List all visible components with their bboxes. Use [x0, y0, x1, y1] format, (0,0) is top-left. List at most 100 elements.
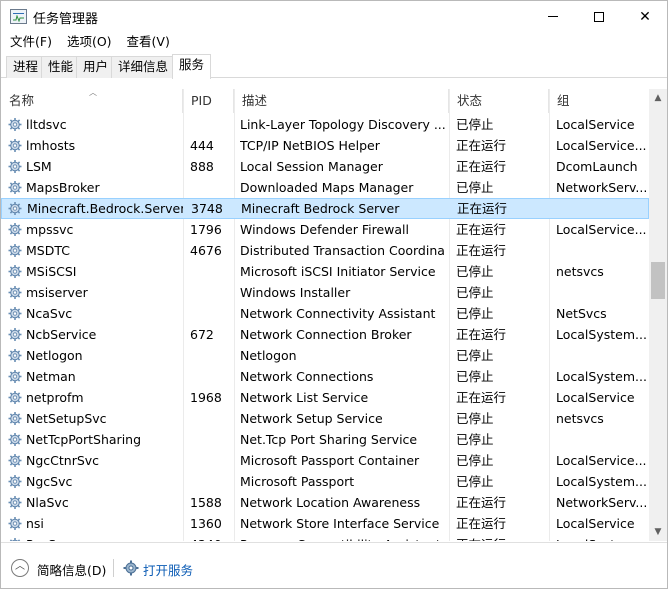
service-name: Netman	[26, 369, 76, 384]
service-name: NgcSvc	[26, 474, 73, 489]
service-row[interactable]: PcaSvc 4340 Program Compatibility Assistan…	[1, 534, 649, 541]
sort-ascending-icon: ︿	[89, 88, 97, 97]
services-list: lltdsvc Link-Layer Topology Discovery ...…	[1, 114, 649, 541]
service-description: Network Location Awareness	[240, 495, 421, 510]
service-row[interactable]: NgcCtnrSvc Microsoft Passport Container 已停…	[1, 450, 649, 471]
service-row[interactable]: msiserver Windows Installer 已停止	[1, 282, 649, 303]
scroll-up-arrow-icon[interactable]: ▲	[649, 89, 667, 107]
column-header-status[interactable]: 状态	[449, 89, 549, 113]
service-group: NetSvcs	[556, 306, 607, 321]
service-pid: 1588	[190, 495, 222, 510]
service-row[interactable]: NlaSvc 1588 Network Location Awareness 正在运行…	[1, 492, 649, 513]
service-row[interactable]: NcbService 672 Network Connection Broker 正在…	[1, 324, 649, 345]
service-name: mpssvc	[26, 222, 74, 237]
service-row[interactable]: lmhosts 444 TCP/IP NetBIOS Helper 正在运行 Local…	[1, 135, 649, 156]
service-gear-icon	[8, 244, 22, 257]
service-status: 正在运行	[456, 243, 507, 258]
service-pid	[190, 282, 235, 303]
service-status: 已停止	[456, 474, 494, 489]
column-header-name[interactable]: ︿ 名称	[1, 88, 183, 113]
chevron-up-circle-icon[interactable]: ︿	[11, 559, 29, 577]
service-row[interactable]: Netlogon Netlogon 已停止	[1, 345, 649, 366]
open-services-link[interactable]: 打开服务	[143, 560, 193, 579]
service-gear-icon	[8, 286, 22, 299]
service-gear-icon	[8, 496, 22, 509]
service-name: NcbService	[26, 327, 97, 342]
service-gear-icon	[8, 454, 22, 467]
service-pid: 3748	[191, 201, 223, 216]
service-status: 已停止	[456, 348, 494, 363]
service-row[interactable]: Minecraft.Bedrock.Server 3748 Minecraft Be…	[1, 198, 649, 219]
service-row[interactable]: lltdsvc Link-Layer Topology Discovery ...…	[1, 114, 649, 135]
service-status: 正在运行	[456, 534, 546, 541]
service-row[interactable]: MSDTC 4676 Distributed Transaction Coordin…	[1, 240, 649, 261]
column-header-description[interactable]: 描述	[234, 89, 449, 113]
service-row[interactable]: netprofm 1968 Network List Service 正在运行 Loca…	[1, 387, 649, 408]
service-name: netprofm	[26, 390, 84, 405]
column-header-row: ︿ 名称 PID 描述 状态 组	[1, 88, 649, 113]
service-row[interactable]: LSM 888 Local Session Manager 正在运行 DcomLaunc…	[1, 156, 649, 177]
service-row[interactable]: NgcSvc Microsoft Passport 已停止 LocalSystem..…	[1, 471, 649, 492]
scroll-thumb[interactable]	[651, 262, 665, 299]
tab-details[interactable]: 详细信息	[111, 56, 176, 78]
service-pid	[190, 471, 235, 492]
menu-file[interactable]: 文件(F)	[3, 32, 59, 53]
tab-users[interactable]: 用户	[76, 56, 116, 78]
service-name: nsi	[26, 516, 44, 531]
service-status: 已停止	[456, 285, 494, 300]
tab-processes[interactable]: 进程	[6, 56, 46, 78]
maximize-button[interactable]	[576, 1, 622, 32]
service-description: Microsoft Passport Container	[240, 453, 420, 468]
title-bar[interactable]: 任务管理器 ✕	[1, 1, 667, 32]
service-gear-icon	[8, 370, 22, 383]
service-group: LocalService	[556, 390, 635, 405]
close-button[interactable]: ✕	[622, 1, 667, 32]
column-header-group[interactable]: 组	[549, 89, 649, 113]
service-pid	[190, 261, 235, 282]
service-name: NcaSvc	[26, 306, 73, 321]
service-row[interactable]: mpssvc 1796 Windows Defender Firewall 正在运行 L…	[1, 219, 649, 240]
menu-bar: 文件(F) 选项(O) 查看(V)	[1, 32, 667, 53]
service-group: netsvcs	[556, 411, 604, 426]
service-description: Downloaded Maps Manager	[240, 180, 414, 195]
service-group: LocalSystem...	[556, 327, 646, 342]
service-name: NetTcpPortSharing	[26, 432, 142, 447]
service-row[interactable]: NetSetupSvc Network Setup Service 已停止 netsv…	[1, 408, 649, 429]
service-description: Network List Service	[240, 390, 369, 405]
service-description: Network Setup Service	[240, 411, 383, 426]
fewer-details-button[interactable]: 简略信息(D)	[37, 560, 106, 579]
service-pid: 4340	[190, 534, 235, 541]
column-header-pid[interactable]: PID	[183, 89, 234, 113]
service-gear-icon	[8, 202, 22, 215]
scroll-down-arrow-icon[interactable]: ▼	[649, 523, 667, 541]
service-row[interactable]: nsi 1360 Network Store Interface Service 正在…	[1, 513, 649, 534]
service-status: 已停止	[456, 117, 494, 132]
service-group: LocalSystem...	[556, 474, 646, 489]
service-pid	[190, 303, 235, 324]
service-status: 正在运行	[456, 327, 507, 342]
services-gear-icon[interactable]	[123, 560, 139, 576]
service-name: MSiSCSI	[26, 264, 77, 279]
tab-performance[interactable]: 性能	[41, 56, 81, 78]
service-group: LocalService	[556, 117, 635, 132]
service-status: 已停止	[456, 306, 494, 321]
menu-options[interactable]: 选项(O)	[60, 32, 119, 53]
vertical-scrollbar[interactable]: ▲ ▼	[649, 89, 667, 541]
service-pid: 4676	[190, 243, 222, 258]
service-row[interactable]: MapsBroker Downloaded Maps Manager 已停止 Netw…	[1, 177, 649, 198]
service-row[interactable]: NcaSvc Network Connectivity Assistant 已停止 N…	[1, 303, 649, 324]
service-status: 已停止	[456, 432, 494, 447]
service-description: Local Session Manager	[240, 159, 383, 174]
service-row[interactable]: MSiSCSI Microsoft iSCSI Initiator Service…	[1, 261, 649, 282]
service-name: NlaSvc	[26, 495, 69, 510]
service-status: 正在运行	[456, 390, 507, 405]
service-description: Microsoft iSCSI Initiator Service	[240, 264, 436, 279]
tab-services[interactable]: 服务	[172, 54, 212, 79]
minimize-button[interactable]	[530, 1, 576, 32]
menu-view[interactable]: 查看(V)	[120, 32, 177, 53]
service-name: lltdsvc	[26, 117, 67, 132]
service-status: 已停止	[456, 453, 494, 468]
service-row[interactable]: Netman Network Connections 已停止 LocalSystem.…	[1, 366, 649, 387]
service-row[interactable]: NetTcpPortSharing Net.Tcp Port Sharing Se…	[1, 429, 649, 450]
service-name: NgcCtnrSvc	[26, 453, 100, 468]
